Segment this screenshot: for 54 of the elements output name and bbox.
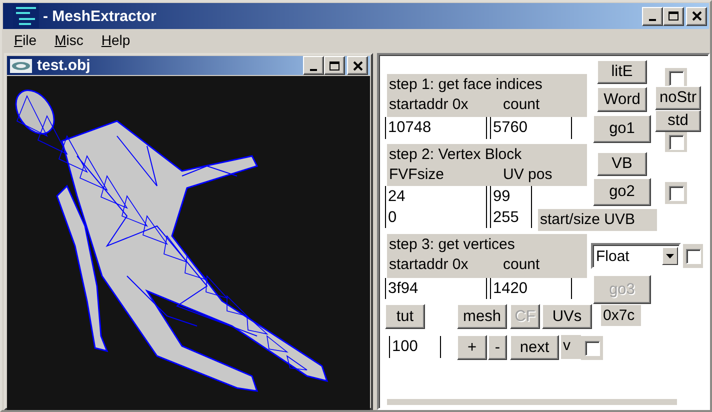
minimize-button[interactable]: [642, 6, 663, 26]
action-button[interactable]: -: [488, 335, 507, 360]
input-field[interactable]: 24: [385, 186, 487, 207]
menu-item[interactable]: Misc: [52, 32, 86, 48]
checkbox[interactable]: [686, 248, 700, 264]
input-field[interactable]: 100: [389, 336, 441, 358]
text-label: v: [561, 335, 581, 359]
text-label: start/size UVB: [538, 209, 657, 231]
action-button[interactable]: noStr: [655, 86, 701, 110]
minimize-icon: [649, 19, 656, 21]
checkbox[interactable]: [668, 70, 684, 86]
text-label: step 2: Vertex Block FVFsize UV pos: [387, 144, 587, 186]
maximize-icon: [668, 11, 679, 21]
text-label: 0x7c: [601, 305, 641, 326]
action-button[interactable]: go1: [593, 115, 651, 143]
maximize-button[interactable]: [324, 56, 345, 75]
close-icon: [692, 11, 702, 21]
child-window-title: test.obj: [37, 57, 92, 74]
menu-item[interactable]: Help: [99, 32, 132, 48]
maximize-icon: [329, 60, 340, 70]
app-icon: [13, 4, 39, 28]
close-button[interactable]: [347, 56, 368, 75]
document-icon: [10, 58, 32, 72]
text-label: step 3: get vertices startaddr 0x count: [387, 234, 587, 278]
type-dropdown[interactable]: Float: [591, 243, 681, 269]
close-button[interactable]: [686, 6, 707, 26]
input-field[interactable]: 0: [385, 207, 487, 228]
action-button[interactable]: +: [457, 335, 487, 360]
checkbox[interactable]: [668, 134, 684, 150]
caret-icon: [666, 254, 674, 258]
action-button[interactable]: mesh: [457, 304, 507, 329]
action-button[interactable]: std: [655, 110, 701, 132]
minimize-button[interactable]: [303, 56, 324, 75]
maximize-button[interactable]: [663, 6, 684, 26]
action-button[interactable]: tut: [385, 304, 425, 329]
action-button[interactable]: Word: [597, 87, 647, 112]
input-field[interactable]: 3f94: [385, 278, 487, 299]
text-label: step 1: get face indices startaddr 0x count: [387, 74, 587, 117]
input-field[interactable]: 1420: [490, 278, 572, 299]
action-button[interactable]: UVs: [542, 304, 592, 329]
input-field[interactable]: 99: [490, 186, 532, 207]
input-field[interactable]: 5760: [490, 117, 572, 139]
action-button[interactable]: VB: [597, 152, 647, 176]
window-title: - MeshExtractor: [43, 8, 158, 24]
minimize-icon: [310, 68, 317, 70]
input-field[interactable]: 10748: [385, 117, 487, 139]
action-button[interactable]: litE: [597, 60, 647, 84]
checkbox[interactable]: [668, 186, 684, 200]
close-icon: [352, 60, 362, 70]
action-button[interactable]: next: [510, 335, 559, 360]
checkbox[interactable]: [584, 340, 600, 356]
action-button[interactable]: go2: [593, 178, 651, 206]
input-field[interactable]: 255: [490, 207, 532, 228]
menu-item[interactable]: File: [12, 32, 39, 48]
